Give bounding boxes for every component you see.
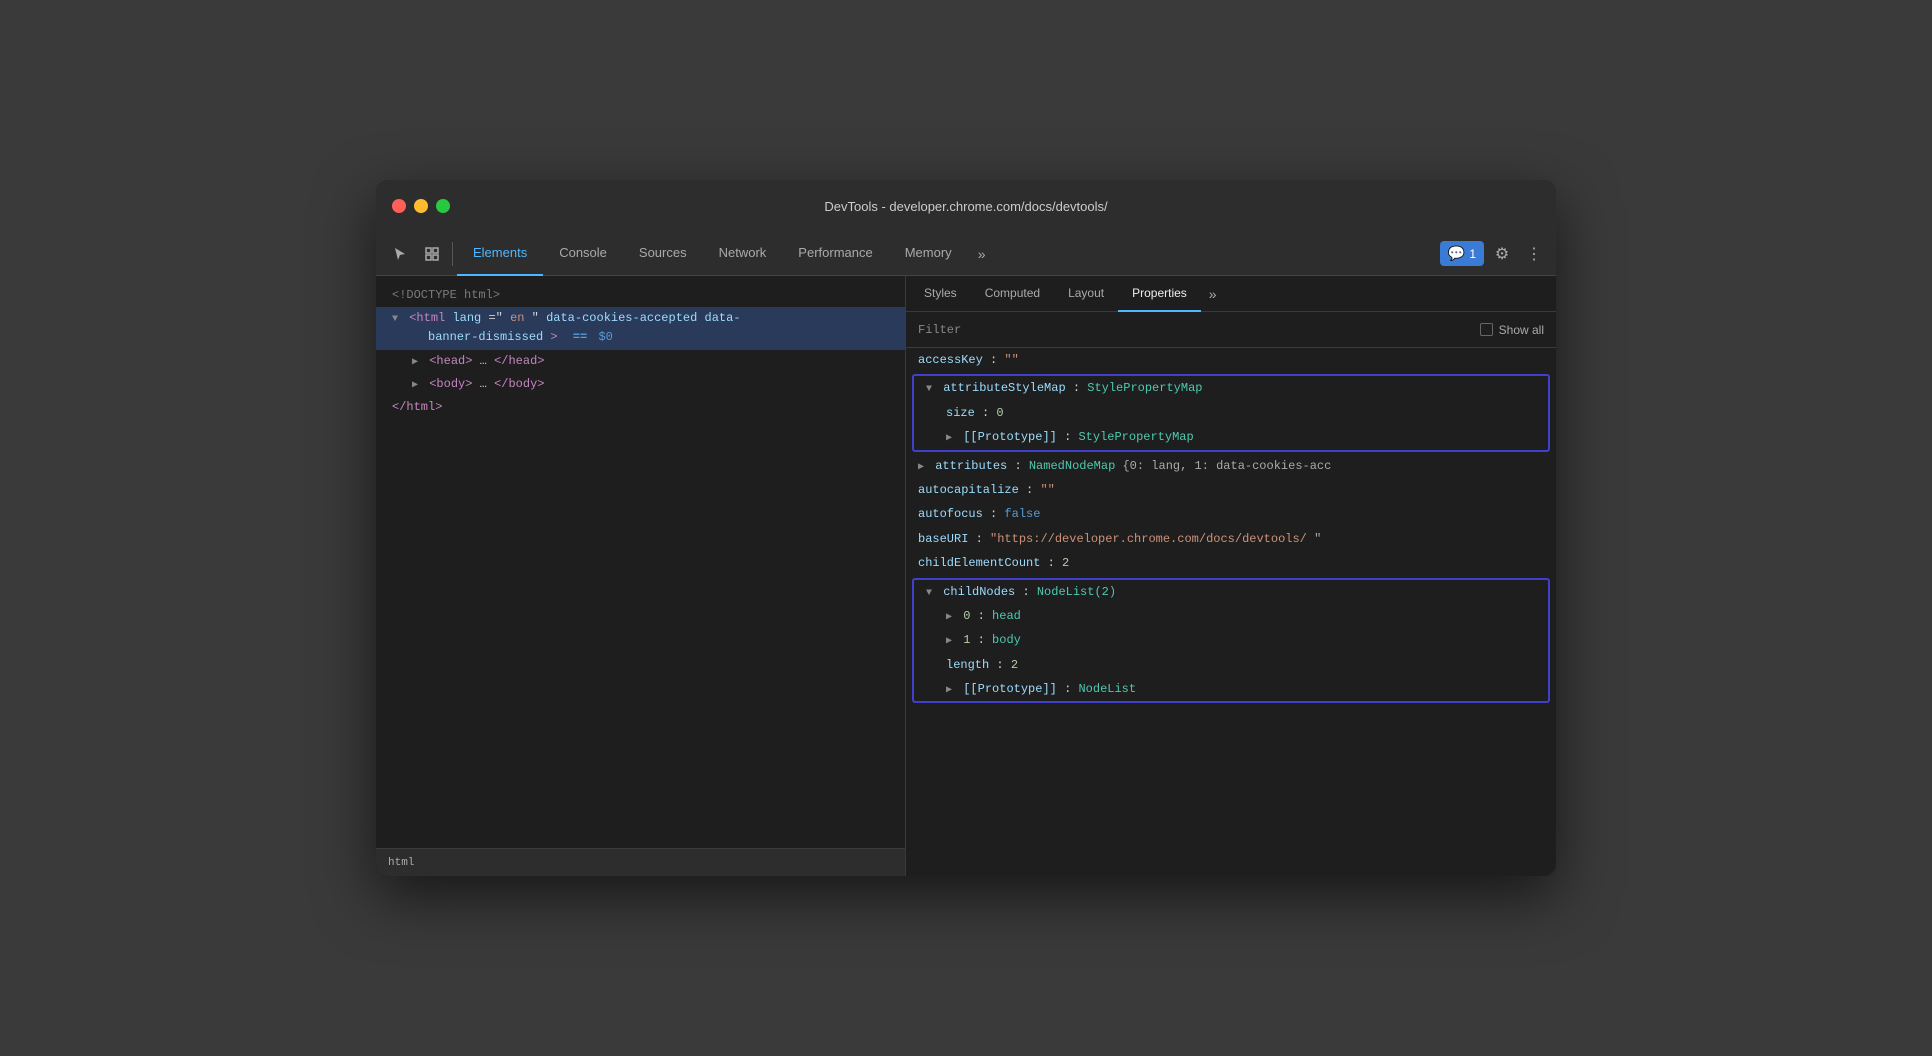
show-all-row: Show all xyxy=(1480,323,1544,337)
tab-network[interactable]: Network xyxy=(703,232,783,276)
show-all-checkbox[interactable] xyxy=(1480,323,1493,336)
window-title: DevTools - developer.chrome.com/docs/dev… xyxy=(824,199,1107,214)
breadcrumb-html: html xyxy=(388,857,414,869)
more-tabs-button[interactable]: » xyxy=(968,240,996,268)
more-right-tabs-button[interactable]: » xyxy=(1205,286,1221,302)
prop-base-uri: baseURI : "https://developer.chrome.com/… xyxy=(906,527,1556,551)
minimize-button[interactable] xyxy=(414,199,428,213)
inspect-icon[interactable] xyxy=(416,238,448,270)
child-nodes-box: ▼ childNodes : NodeList(2) ▶ 0 : head ▶ … xyxy=(912,578,1550,704)
notifications-badge[interactable]: 💬 1 xyxy=(1440,241,1484,266)
collapse-icon[interactable]: ▼ xyxy=(392,314,398,325)
filter-input[interactable]: Filter xyxy=(918,323,1480,337)
expand-icon[interactable]: ▶ xyxy=(918,462,924,473)
expand-icon[interactable]: ▶ xyxy=(946,636,952,647)
properties-list[interactable]: accessKey : "" ▼ attributeStyleMap : Sty… xyxy=(906,348,1556,876)
tab-sources[interactable]: Sources xyxy=(623,232,703,276)
prop-length: length : 2 xyxy=(934,653,1548,677)
toolbar-divider xyxy=(452,242,453,266)
settings-button[interactable]: ⚙ xyxy=(1488,240,1516,268)
dom-head[interactable]: ▶ <head> … </head> xyxy=(396,350,905,373)
prop-autocapitalize: autocapitalize : "" xyxy=(906,478,1556,502)
filter-row: Filter Show all xyxy=(906,312,1556,348)
prop-attributes[interactable]: ▶ attributes : NamedNodeMap {0: lang, 1:… xyxy=(906,454,1556,478)
cursor-icon[interactable] xyxy=(384,238,416,270)
properties-panel: Styles Computed Layout Properties » Filt… xyxy=(906,276,1556,876)
traffic-lights xyxy=(392,199,450,213)
titlebar: DevTools - developer.chrome.com/docs/dev… xyxy=(376,180,1556,232)
maximize-button[interactable] xyxy=(436,199,450,213)
tab-styles[interactable]: Styles xyxy=(910,276,971,312)
prop-attribute-style-map[interactable]: ▼ attributeStyleMap : StylePropertyMap xyxy=(914,376,1548,400)
expand-icon[interactable]: ▶ xyxy=(946,433,952,444)
prop-child-0[interactable]: ▶ 0 : head xyxy=(934,604,1548,628)
expand-icon[interactable]: ▶ xyxy=(412,357,418,368)
tab-memory[interactable]: Memory xyxy=(889,232,968,276)
collapse-icon[interactable]: ▼ xyxy=(926,588,932,599)
more-options-button[interactable]: ⋮ xyxy=(1520,240,1548,268)
dom-doctype: <!DOCTYPE html> xyxy=(376,284,905,307)
expand-icon[interactable]: ▶ xyxy=(946,612,952,623)
prop-child-1[interactable]: ▶ 1 : body xyxy=(934,628,1548,652)
devtools-window: DevTools - developer.chrome.com/docs/dev… xyxy=(376,180,1556,876)
toolbar-right: 💬 1 ⚙ ⋮ xyxy=(1440,240,1548,268)
dom-panel: <!DOCTYPE html> ▼ <html lang =" en " dat… xyxy=(376,276,906,876)
prop-child-nodes[interactable]: ▼ childNodes : NodeList(2) xyxy=(914,580,1548,604)
tab-performance[interactable]: Performance xyxy=(782,232,888,276)
collapse-icon[interactable]: ▼ xyxy=(926,384,932,395)
tab-console[interactable]: Console xyxy=(543,232,623,276)
attribute-style-map-box: ▼ attributeStyleMap : StylePropertyMap s… xyxy=(912,374,1550,451)
dom-html-close: </html> xyxy=(376,396,905,419)
breadcrumb-bar: html xyxy=(376,848,905,876)
main-content: <!DOCTYPE html> ▼ <html lang =" en " dat… xyxy=(376,276,1556,876)
prop-size: size : 0 xyxy=(934,401,1548,425)
expand-icon[interactable]: ▶ xyxy=(946,685,952,696)
prop-prototype-nodelist[interactable]: ▶ [[Prototype]] : NodeList xyxy=(934,677,1548,701)
tab-computed[interactable]: Computed xyxy=(971,276,1054,312)
prop-prototype-style[interactable]: ▶ [[Prototype]] : StylePropertyMap xyxy=(934,425,1548,449)
devtools-toolbar: Elements Console Sources Network Perform… xyxy=(376,232,1556,276)
close-button[interactable] xyxy=(392,199,406,213)
right-panel-tabs: Styles Computed Layout Properties » xyxy=(906,276,1556,312)
tab-elements[interactable]: Elements xyxy=(457,232,543,276)
dom-body[interactable]: ▶ <body> … </body> xyxy=(396,373,905,396)
show-all-label: Show all xyxy=(1499,323,1544,337)
tab-properties[interactable]: Properties xyxy=(1118,276,1201,312)
dom-html-element[interactable]: ▼ <html lang =" en " data-cookies-accept… xyxy=(376,307,905,349)
tab-layout[interactable]: Layout xyxy=(1054,276,1118,312)
dom-tree[interactable]: <!DOCTYPE html> ▼ <html lang =" en " dat… xyxy=(376,276,905,848)
prop-autofocus: autofocus : false xyxy=(906,502,1556,526)
prop-child-element-count: childElementCount : 2 xyxy=(906,551,1556,575)
expand-icon[interactable]: ▶ xyxy=(412,380,418,391)
prop-access-key: accessKey : "" xyxy=(906,348,1556,372)
